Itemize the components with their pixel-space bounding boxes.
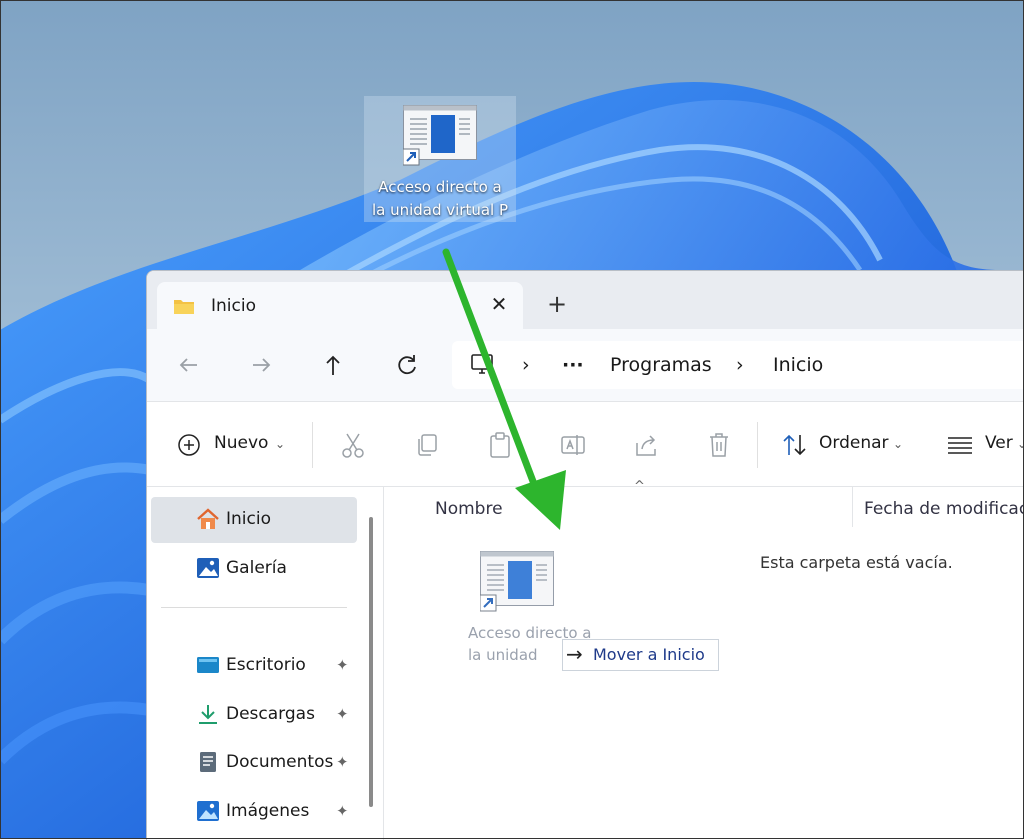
sidebar-item-inicio[interactable]: Inicio <box>151 497 357 543</box>
navigation-bar: › ··· Programas › Inicio <box>147 329 1024 401</box>
column-divider[interactable] <box>852 487 853 527</box>
sidebar-item-label: Imágenes <box>226 801 310 821</box>
sort-label: Ordenar <box>819 433 889 453</box>
shortcut-label: Acceso directo a la unidad virtual P <box>371 178 509 219</box>
breadcrumb-inicio[interactable]: Inicio <box>773 354 823 376</box>
breadcrumb-more[interactable]: ··· <box>562 354 584 376</box>
sidebar-item-label: Galería <box>226 558 287 578</box>
sidebar-item-documentos[interactable]: Documentos ✦ <box>151 740 357 786</box>
plus-circle-icon <box>178 434 200 456</box>
delete-icon[interactable] <box>706 431 732 459</box>
back-arrow-icon[interactable] <box>175 351 203 379</box>
pin-icon[interactable]: ✦ <box>336 753 349 771</box>
sidebar-item-escritorio[interactable]: Escritorio ✦ <box>151 643 357 689</box>
tab-strip: Inicio ✕ + <box>147 271 1024 329</box>
forward-arrow-icon[interactable] <box>247 351 275 379</box>
sort-caret-icon: ^ <box>634 479 645 494</box>
shortcut-icon <box>403 105 477 166</box>
pictures-icon <box>197 801 219 821</box>
gallery-icon <box>197 558 219 578</box>
download-icon <box>199 705 217 724</box>
empty-folder-message: Esta carpeta está vacía. <box>760 553 953 572</box>
view-button[interactable]: Ver ⌄ <box>947 431 1024 459</box>
pin-icon[interactable]: ✦ <box>336 705 349 723</box>
sidebar-scrollbar[interactable] <box>369 517 373 807</box>
tab-title: Inicio <box>211 296 256 316</box>
command-bar: Nuevo ⌄ Ordenar ⌄ Ver <box>147 401 1024 487</box>
move-arrow-icon: → <box>566 642 583 666</box>
view-list-icon <box>948 437 972 454</box>
pin-icon[interactable]: ✦ <box>336 656 349 674</box>
chevron-down-icon: ⌄ <box>275 437 286 451</box>
new-tab-button[interactable]: + <box>545 292 569 316</box>
pin-icon[interactable]: ✦ <box>336 802 349 820</box>
chevron-down-icon: ⌄ <box>893 437 904 451</box>
sidebar-item-galeria[interactable]: Galería <box>151 546 357 592</box>
refresh-icon[interactable] <box>393 351 421 379</box>
tab-inicio[interactable]: Inicio ✕ <box>157 282 523 329</box>
column-header-date[interactable]: Fecha de modificaci <box>864 499 1024 519</box>
dragged-shortcut-icon <box>480 551 554 612</box>
sidebar-item-label: Inicio <box>226 509 271 529</box>
new-button[interactable]: Nuevo ⌄ <box>177 431 292 459</box>
rename-icon[interactable] <box>559 431 587 459</box>
sidebar-item-label: Escritorio <box>226 655 306 675</box>
this-pc-icon <box>471 354 493 374</box>
desktop-shortcut[interactable]: Acceso directo a la unidad virtual P <box>364 96 516 222</box>
file-list: ^ Nombre Fecha de modificaci Esta carpet… <box>384 479 1024 840</box>
folder-icon <box>174 300 194 314</box>
sidebar-item-descargas[interactable]: Descargas ✦ <box>151 692 357 738</box>
toolbar-divider <box>757 422 758 468</box>
file-explorer-window: Inicio ✕ + › ··· Programas › Inicio Nuev… <box>146 270 1024 840</box>
copy-icon[interactable] <box>414 431 440 459</box>
documents-icon <box>200 752 216 772</box>
view-label: Ver <box>985 433 1013 453</box>
breadcrumb-programas[interactable]: Programas <box>610 354 712 376</box>
desktop-folder-icon <box>197 657 219 673</box>
cut-icon[interactable] <box>340 431 366 459</box>
sidebar-item-label: Documentos <box>226 752 334 772</box>
toolbar-divider <box>312 422 313 468</box>
drag-tooltip: → Mover a Inicio <box>562 639 719 671</box>
breadcrumb[interactable]: › ··· Programas › Inicio <box>452 341 1024 389</box>
sidebar-item-label: Descargas <box>226 704 315 724</box>
paste-icon[interactable] <box>487 431 513 459</box>
share-icon[interactable] <box>633 431 661 459</box>
chevron-down-icon: ⌄ <box>1017 437 1024 451</box>
up-arrow-icon[interactable] <box>319 351 347 379</box>
drag-tooltip-text: Mover a Inicio <box>593 645 705 664</box>
breadcrumb-separator: › <box>522 354 530 376</box>
close-icon[interactable]: ✕ <box>487 292 511 316</box>
sort-icon <box>783 434 806 456</box>
new-label: Nuevo <box>214 433 269 453</box>
sidebar-divider <box>161 607 347 608</box>
home-icon <box>197 508 219 529</box>
sidebar-item-imagenes[interactable]: Imágenes ✦ <box>151 789 357 835</box>
column-header-name[interactable]: Nombre <box>435 499 503 519</box>
navigation-pane: Inicio Galería Escritorio ✦ Descargas ✦ <box>147 486 383 840</box>
sort-button[interactable]: Ordenar ⌄ <box>781 431 911 459</box>
breadcrumb-separator: › <box>736 354 744 376</box>
